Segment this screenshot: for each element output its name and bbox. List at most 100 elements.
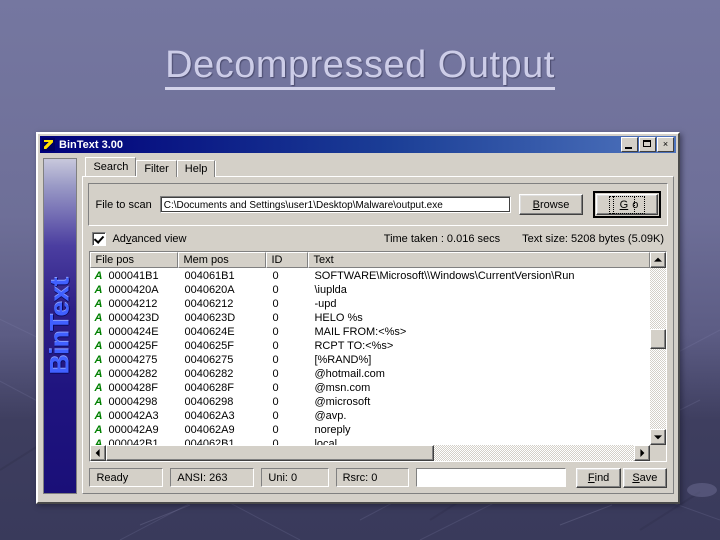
scroll-right-button[interactable] <box>634 444 650 461</box>
cell-file-pos: 0000428F <box>108 382 159 395</box>
maximize-button[interactable] <box>639 137 656 152</box>
cell-file-pos: 000041B1 <box>108 270 159 283</box>
results-list-main: File pos Mem pos ID Text A 000041B1 004061… <box>90 252 666 445</box>
column-header-mem-pos[interactable]: Mem pos <box>178 252 267 269</box>
table-row[interactable]: A 0000428F 0040628F 0 @msn.com <box>90 381 650 395</box>
file-to-scan-group: File to scan C:\Documents and Settings\u… <box>88 183 668 226</box>
cell-id: 0 <box>272 410 279 423</box>
cell-id: 0 <box>272 298 279 311</box>
table-row[interactable]: A 0000423D 0040623D 0 HELO %s <box>90 311 650 325</box>
find-input[interactable] <box>416 468 567 488</box>
results-list: File pos Mem pos ID Text A 000041B1 004061… <box>89 251 667 462</box>
table-row[interactable]: A 00004282 00406282 0 @hotmail.com <box>90 367 650 381</box>
cell-mem-pos: 00406275 <box>184 354 234 367</box>
text-size-text: Text size: 5208 bytes (5.09K) <box>522 233 664 245</box>
bintext-window: BinText 3.00 × BinText Search Filter Hel… <box>36 132 680 504</box>
results-rows[interactable]: A 000041B1 004061B1 0 SOFTWARE\Microsoft\\Wi… <box>90 268 650 445</box>
cell-text: RCPT TO:<%s> <box>314 340 394 353</box>
scroll-left-button[interactable] <box>90 444 107 461</box>
ansi-string-icon: A <box>94 312 103 325</box>
horizontal-scroll-track[interactable] <box>106 444 634 461</box>
file-to-scan-input[interactable]: C:\Documents and Settings\user1\Desktop\… <box>159 196 511 213</box>
column-header-file-pos[interactable]: File pos <box>90 252 179 269</box>
go-button-label: Go <box>608 195 646 214</box>
scrollbar-corner <box>650 444 666 461</box>
cell-text: -upd <box>314 298 337 311</box>
horizontal-scroll-thumb[interactable] <box>106 444 434 461</box>
table-row[interactable]: A 000042A3 004062A3 0 @avp. <box>90 409 650 423</box>
cell-text: SOFTWARE\Microsoft\\Windows\CurrentVersi… <box>314 270 575 283</box>
results-list-left: File pos Mem pos ID Text A 000041B1 004061… <box>90 252 650 445</box>
table-row[interactable]: A 000042A9 004062A9 0 noreply <box>90 423 650 437</box>
cell-text: HELO %s <box>314 312 363 325</box>
table-row[interactable]: A 0000424E 0040624E 0 MAIL FROM:<%s> <box>90 325 650 339</box>
close-button[interactable]: × <box>657 137 674 152</box>
ansi-string-icon: A <box>94 368 103 381</box>
window-body: BinText Search Filter Help File to scan <box>38 153 678 498</box>
cell-id: 0 <box>272 326 279 339</box>
tabstrip: Search Filter Help <box>82 157 674 177</box>
save-button[interactable]: Save <box>622 467 667 488</box>
cell-mem-pos: 00406282 <box>184 368 234 381</box>
file-to-scan-label: File to scan <box>95 198 152 211</box>
ansi-string-icon: A <box>94 410 103 423</box>
vertical-scroll-thumb[interactable] <box>650 329 666 350</box>
table-row[interactable]: A 000041B1 004061B1 0 SOFTWARE\Microsoft\\Wi… <box>90 269 650 283</box>
cell-id: 0 <box>272 270 279 283</box>
tab-filter[interactable]: Filter <box>136 160 177 177</box>
cell-mem-pos: 0040625F <box>184 340 235 353</box>
table-row[interactable]: A 0000425F 0040625F 0 RCPT TO:<%s> <box>90 339 650 353</box>
vertical-scrollbar[interactable] <box>650 252 666 445</box>
find-button[interactable]: Find <box>576 467 621 488</box>
column-header-id[interactable]: ID <box>266 252 309 269</box>
scroll-up-button[interactable] <box>650 252 666 268</box>
advanced-view-label: Advanced view <box>112 233 187 245</box>
window-titlebar[interactable]: BinText 3.00 × <box>40 136 676 153</box>
table-row[interactable]: A 00004275 00406275 0 [%RAND%] <box>90 353 650 367</box>
cell-file-pos: 00004298 <box>108 396 158 409</box>
advanced-view-checkbox[interactable] <box>92 232 107 246</box>
horizontal-scrollbar[interactable] <box>90 444 666 461</box>
cell-id: 0 <box>272 354 279 367</box>
cell-mem-pos: 004061B1 <box>184 270 235 283</box>
chevron-right-icon <box>640 448 645 457</box>
cell-id: 0 <box>272 382 279 395</box>
ansi-string-icon: A <box>94 326 103 339</box>
cell-text: @avp. <box>314 410 347 423</box>
cell-text: [%RAND%] <box>314 354 372 367</box>
cell-file-pos: 0000420A <box>108 284 159 297</box>
cell-file-pos: 000042A3 <box>108 410 159 423</box>
cell-mem-pos: 0040628F <box>184 382 235 395</box>
cell-text: @hotmail.com <box>314 368 385 381</box>
content-column: Search Filter Help File to scan C:\Docum… <box>82 157 674 494</box>
cell-file-pos: 0000425F <box>108 340 159 353</box>
go-button-default-frame: Go <box>593 191 661 218</box>
search-tab-page: File to scan C:\Documents and Settings\u… <box>82 176 674 494</box>
status-ready: Ready <box>89 468 164 488</box>
table-row[interactable]: A 000042B1 004062B1 0 local <box>90 437 650 444</box>
cell-id: 0 <box>272 312 279 325</box>
scroll-down-button[interactable] <box>650 428 666 445</box>
status-ansi-count: ANSI: 263 <box>170 468 255 488</box>
minimize-button[interactable] <box>621 137 638 152</box>
ansi-string-icon: A <box>94 340 103 353</box>
cell-id: 0 <box>272 340 279 353</box>
table-row[interactable]: A 0000420A 0040620A 0 \iuplda <box>90 283 650 297</box>
vertical-scroll-track[interactable] <box>650 268 666 429</box>
cell-mem-pos: 00406298 <box>184 396 234 409</box>
cell-text: @msn.com <box>314 382 371 395</box>
cell-id: 0 <box>272 424 279 437</box>
tab-help[interactable]: Help <box>176 160 216 177</box>
tab-search[interactable]: Search <box>85 157 137 176</box>
cell-text: noreply <box>314 424 351 437</box>
table-row[interactable]: A 00004298 00406298 0 @microsoft <box>90 395 650 409</box>
cell-text: \iuplda <box>314 284 347 297</box>
tab-search-label: Search <box>93 161 129 173</box>
results-list-header: File pos Mem pos ID Text <box>90 252 650 269</box>
column-header-text[interactable]: Text <box>308 252 650 269</box>
bintext-logo-icon <box>42 138 55 151</box>
table-row[interactable]: A 00004212 00406212 0 -upd <box>90 297 650 311</box>
cell-id: 0 <box>272 284 279 297</box>
go-button[interactable]: Go <box>596 194 658 215</box>
browse-button[interactable]: Browse <box>519 194 583 215</box>
